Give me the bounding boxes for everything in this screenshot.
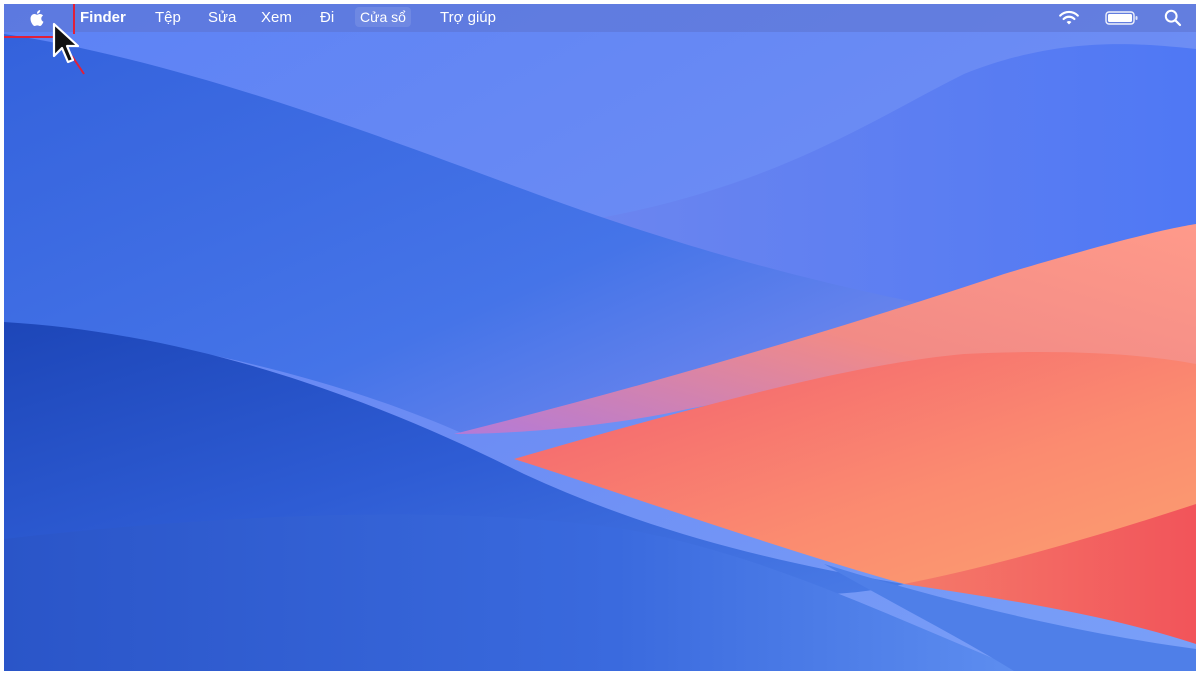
menu-view[interactable]: Xem: [261, 8, 292, 28]
wifi-icon[interactable]: [1057, 8, 1081, 28]
apple-logo-icon[interactable]: [28, 8, 48, 28]
desktop-wallpaper: [4, 4, 1196, 671]
menu-window[interactable]: Cửa sổ: [355, 7, 411, 27]
menu-edit[interactable]: Sửa: [208, 8, 236, 28]
spotlight-search-icon[interactable]: [1162, 8, 1184, 28]
battery-icon[interactable]: [1104, 8, 1140, 28]
menu-file[interactable]: Tệp: [155, 8, 181, 28]
menu-help[interactable]: Trợ giúp: [440, 8, 496, 28]
desktop: Finder Tệp Sửa Xem Đi Cửa sổ Trợ giúp: [4, 4, 1196, 671]
menu-bar: Finder Tệp Sửa Xem Đi Cửa sổ Trợ giúp: [4, 4, 1196, 32]
menu-finder[interactable]: Finder: [80, 8, 126, 28]
menu-go[interactable]: Đi: [320, 8, 334, 28]
